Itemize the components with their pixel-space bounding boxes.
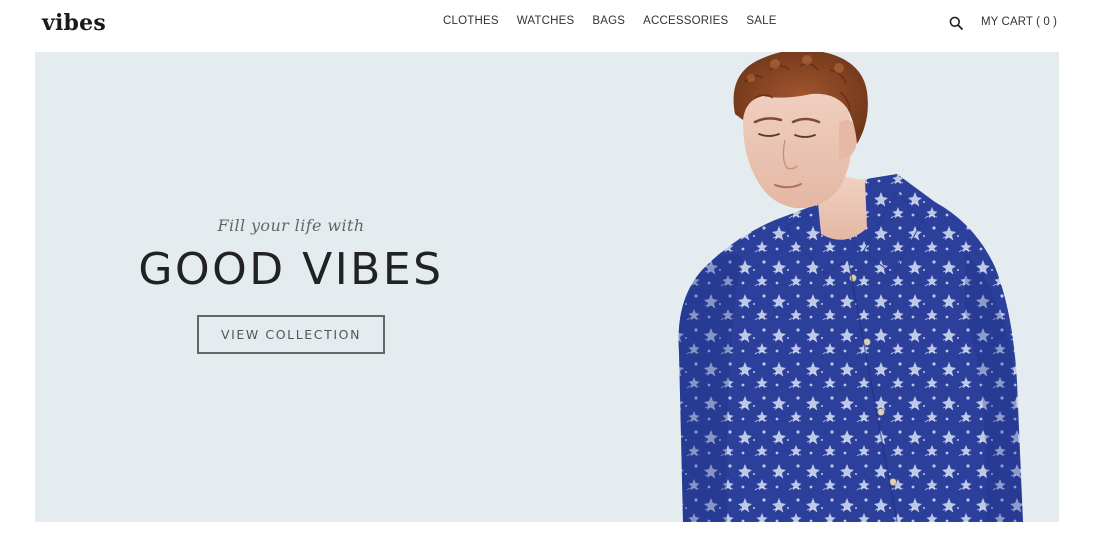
nav-item-accessories[interactable]: ACCESSORIES [643,15,728,27]
nav-item-sale[interactable]: SALE [746,15,776,27]
hero-model-image [678,52,1023,522]
hero-banner: Fill your life with GOOD VIBES VIEW COLL… [35,52,1059,522]
site-header: vibes CLOTHES WATCHES BAGS ACCESSORIES S… [0,0,1100,52]
nav-item-watches[interactable]: WATCHES [517,15,575,27]
hero-kicker: Fill your life with [217,216,365,235]
nav-item-bags[interactable]: BAGS [592,15,625,27]
view-collection-button[interactable]: VIEW COLLECTION [197,315,385,354]
brand-logo[interactable]: vibes [42,10,106,36]
cart-link[interactable]: MY CART ( 0 ) [981,16,1057,28]
main-nav: CLOTHES WATCHES BAGS ACCESSORIES SALE [443,15,795,27]
nav-item-clothes[interactable]: CLOTHES [443,15,499,27]
search-icon[interactable] [949,16,963,30]
hero-title: GOOD VIBES [138,244,444,295]
